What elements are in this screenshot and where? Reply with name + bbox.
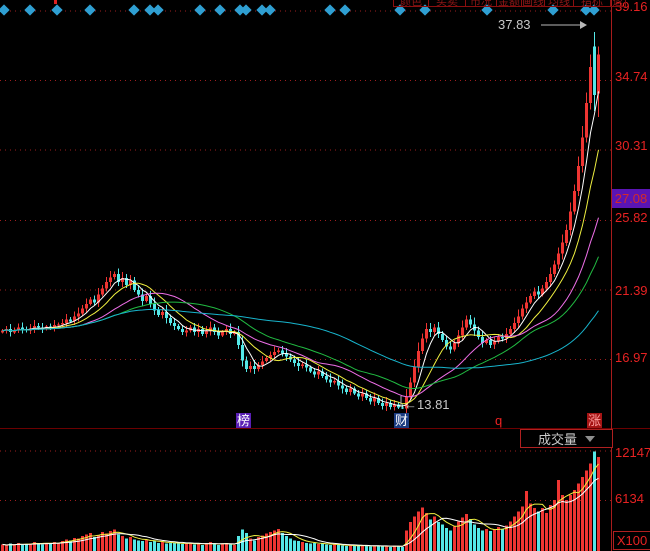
volume-axis-label: 6134: [615, 492, 650, 506]
price-axis-label: 16.97: [615, 351, 650, 365]
menu-item[interactable]: 均线: [544, 0, 574, 7]
price-axis-label: 34.74: [615, 70, 650, 84]
menu-item[interactable]: 金额: [496, 0, 522, 7]
volume-axis-label: 12147: [615, 446, 650, 460]
event-marker[interactable]: 涨: [587, 413, 602, 428]
high-price-annotation: 37.83: [498, 17, 531, 32]
menu-item[interactable]: 画线: [521, 0, 545, 7]
price-axis-label: 30.31: [615, 139, 650, 153]
price-axis-label: 25.82: [615, 211, 650, 225]
volume-indicator-selector[interactable]: 成交量: [520, 429, 613, 448]
event-marker[interactable]: q: [494, 413, 503, 428]
clipped-menu-bar[interactable]: 颜色买卖市况金额画线均线指标返: [394, 0, 626, 7]
menu-item[interactable]: 返: [610, 0, 626, 7]
volume-chart: [0, 430, 612, 551]
menu-item[interactable]: 市况: [465, 0, 497, 7]
current-price-tag: 27.08: [612, 189, 650, 208]
menu-item[interactable]: 颜色: [393, 0, 429, 7]
dropdown-caret-icon[interactable]: [585, 436, 595, 442]
volume-indicator-label: 成交量: [538, 429, 577, 448]
volume-unit-box: X100: [613, 531, 650, 550]
event-marker[interactable]: 榜: [236, 413, 251, 428]
menu-item[interactable]: 指标: [573, 0, 611, 7]
axis-line: [611, 0, 612, 551]
main-price-chart: [0, 0, 612, 428]
menu-item[interactable]: 买卖: [428, 0, 466, 7]
event-marker[interactable]: 财: [394, 413, 409, 428]
low-arrow-icon: ←: [404, 397, 417, 412]
high-arrow-icon: [540, 19, 588, 31]
price-axis-label: 21.39: [615, 284, 650, 298]
stock-chart-window: 颜色买卖市况金额画线均线指标返 37.83 ←13.81 榜财q涨 成交量 39…: [0, 0, 650, 551]
low-price-annotation: ←13.81: [404, 397, 450, 412]
menu-fragment: [54, 0, 57, 4]
